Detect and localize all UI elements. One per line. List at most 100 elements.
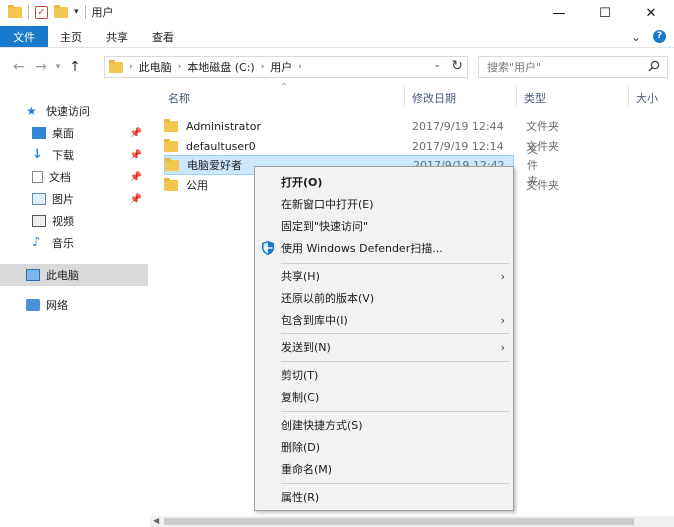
- quick-access-toolbar: ✓ ▾ 用户: [8, 4, 114, 20]
- column-header-type[interactable]: 类型: [524, 90, 546, 106]
- menu-item-cut[interactable]: 剪切(T): [255, 364, 513, 386]
- divider: [28, 5, 29, 19]
- properties-icon[interactable]: ✓: [35, 5, 48, 19]
- menu-item-label: 使用 Windows Defender扫描...: [281, 242, 443, 255]
- column-divider[interactable]: [628, 86, 629, 108]
- sidebar-item-quick-access[interactable]: ★ 快速访问: [0, 100, 148, 122]
- column-header-date[interactable]: 修改日期: [412, 90, 456, 106]
- breadcrumb-local-disk[interactable]: 本地磁盘 (C:): [187, 59, 254, 75]
- breadcrumb-this-pc[interactable]: 此电脑: [139, 59, 172, 75]
- forward-arrow-icon[interactable]: →: [30, 59, 52, 75]
- close-button[interactable]: ✕: [628, 0, 674, 26]
- table-row[interactable]: defaultuser0 2017/9/19 12:14 文件夹: [164, 136, 564, 156]
- star-icon: ★: [26, 104, 37, 118]
- desktop-icon: [32, 127, 46, 139]
- menu-item-rename[interactable]: 重命名(M): [255, 458, 513, 480]
- sidebar-item-pictures[interactable]: 图片 📌: [0, 188, 148, 210]
- column-header-name[interactable]: 名称: [168, 90, 190, 106]
- menu-item-label: 共享(H): [281, 270, 320, 283]
- menu-item-restore-versions[interactable]: 还原以前的版本(V): [255, 287, 513, 309]
- menu-item-properties[interactable]: 属性(R): [255, 486, 513, 508]
- ribbon-tabs: 文件 主页 共享 查看 ⌄ ?: [0, 26, 674, 48]
- video-icon: [32, 215, 46, 227]
- sidebar-item-label: 桌面: [52, 127, 74, 140]
- pin-icon[interactable]: 📌: [130, 150, 142, 161]
- tab-view[interactable]: 查看: [140, 26, 186, 47]
- horizontal-scrollbar[interactable]: ◀: [150, 516, 674, 527]
- menu-item-include-library[interactable]: 包含到库中(I) ›: [255, 309, 513, 331]
- navigation-bar: ← → ▾ ↑ › 此电脑 › 本地磁盘 (C:) › 用户 › ⌄ ↻ 搜索"…: [0, 52, 674, 82]
- sidebar-item-documents[interactable]: 文档 📌: [0, 166, 148, 188]
- menu-item-label: 发送到(N): [281, 341, 331, 354]
- column-divider[interactable]: [404, 86, 405, 108]
- maximize-button[interactable]: ☐: [582, 0, 628, 26]
- back-arrow-icon[interactable]: ←: [8, 59, 30, 75]
- network-icon: [26, 299, 40, 311]
- file-name: 公用: [186, 179, 208, 192]
- menu-item-send-to[interactable]: 发送到(N) ›: [255, 336, 513, 358]
- menu-item-pin-quick-access[interactable]: 固定到"快速访问": [255, 215, 513, 237]
- menu-item-open[interactable]: 打开(O): [255, 171, 513, 193]
- recent-locations-chevron-icon[interactable]: ▾: [52, 62, 64, 72]
- pin-icon[interactable]: 📌: [130, 172, 142, 183]
- scrollbar-thumb[interactable]: [164, 518, 634, 525]
- tab-share[interactable]: 共享: [94, 26, 140, 47]
- minimize-button[interactable]: —: [536, 0, 582, 26]
- menu-item-copy[interactable]: 复制(C): [255, 386, 513, 408]
- submenu-arrow-icon: ›: [500, 340, 505, 354]
- table-row[interactable]: Administrator 2017/9/19 12:44 文件夹: [164, 116, 564, 136]
- context-menu: 打开(O) 在新窗口中打开(E) 固定到"快速访问" 使用 Windows De…: [254, 166, 514, 511]
- new-folder-icon[interactable]: [54, 4, 68, 18]
- tab-file[interactable]: 文件: [0, 26, 48, 47]
- menu-item-share[interactable]: 共享(H) ›: [255, 265, 513, 287]
- breadcrumb-users[interactable]: 用户: [270, 59, 292, 75]
- document-icon: [32, 171, 43, 183]
- help-icon[interactable]: ?: [653, 30, 666, 43]
- sidebar-item-this-pc[interactable]: 此电脑: [0, 264, 148, 286]
- sidebar-item-desktop[interactable]: 桌面 📌: [0, 122, 148, 144]
- sidebar-item-label: 视频: [52, 215, 74, 228]
- address-bar[interactable]: › 此电脑 › 本地磁盘 (C:) › 用户 › ⌄ ↻: [104, 56, 468, 78]
- sidebar-item-downloads[interactable]: ↓ 下载 📌: [0, 144, 148, 166]
- scroll-left-arrow-icon[interactable]: ◀: [153, 516, 159, 525]
- tab-home[interactable]: 主页: [48, 26, 94, 47]
- pin-icon[interactable]: 📌: [130, 128, 142, 139]
- column-header-size[interactable]: 大小: [636, 90, 658, 106]
- file-date: 2017/9/19 12:14: [412, 139, 504, 153]
- customize-toolbar-dropdown[interactable]: ▾: [74, 7, 79, 17]
- pin-icon[interactable]: 📌: [130, 194, 142, 205]
- file-date: 2017/9/19 12:44: [412, 119, 504, 133]
- refresh-icon[interactable]: ↻: [451, 58, 463, 74]
- folder-icon: [164, 118, 178, 132]
- menu-item-defender-scan[interactable]: 使用 Windows Defender扫描...: [255, 237, 513, 259]
- address-dropdown-icon[interactable]: ⌄: [433, 60, 441, 70]
- file-name: Administrator: [186, 119, 261, 133]
- menu-item-delete[interactable]: 删除(D): [255, 436, 513, 458]
- column-divider[interactable]: [516, 86, 517, 108]
- breadcrumb-separator-icon[interactable]: ›: [261, 62, 265, 72]
- sidebar-item-music[interactable]: ♪ 音乐: [0, 232, 148, 254]
- menu-item-open-new-window[interactable]: 在新窗口中打开(E): [255, 193, 513, 215]
- sidebar-item-label: 下载: [52, 149, 74, 162]
- sidebar-item-videos[interactable]: 视频: [0, 210, 148, 232]
- up-arrow-icon[interactable]: ↑: [64, 59, 86, 75]
- search-input[interactable]: 搜索"用户": [478, 56, 668, 78]
- breadcrumb-separator-icon[interactable]: ›: [178, 62, 182, 72]
- search-icon[interactable]: [648, 60, 660, 72]
- sidebar-item-label: 快速访问: [46, 105, 90, 118]
- folder-icon: [8, 4, 22, 18]
- menu-divider: [281, 411, 509, 412]
- computer-icon: [26, 269, 40, 281]
- menu-item-label: 包含到库中(I): [281, 314, 348, 327]
- breadcrumb-separator-icon[interactable]: ›: [129, 62, 133, 72]
- navigation-pane: ★ 快速访问 桌面 📌 ↓ 下载 📌 文档 📌 图片 📌 视频 ♪ 音乐 此电脑…: [0, 92, 150, 522]
- breadcrumb-separator-icon[interactable]: ›: [298, 62, 302, 72]
- title-bar: ✓ ▾ 用户 — ☐ ✕: [0, 0, 674, 26]
- file-name: 电脑爱好者: [187, 159, 242, 172]
- menu-item-create-shortcut[interactable]: 创建快捷方式(S): [255, 414, 513, 436]
- expand-ribbon-icon[interactable]: ⌄: [631, 30, 641, 44]
- sidebar-item-network[interactable]: 网络: [0, 294, 148, 316]
- picture-icon: [32, 193, 46, 205]
- window-title: 用户: [91, 6, 114, 19]
- defender-shield-icon: [262, 241, 274, 255]
